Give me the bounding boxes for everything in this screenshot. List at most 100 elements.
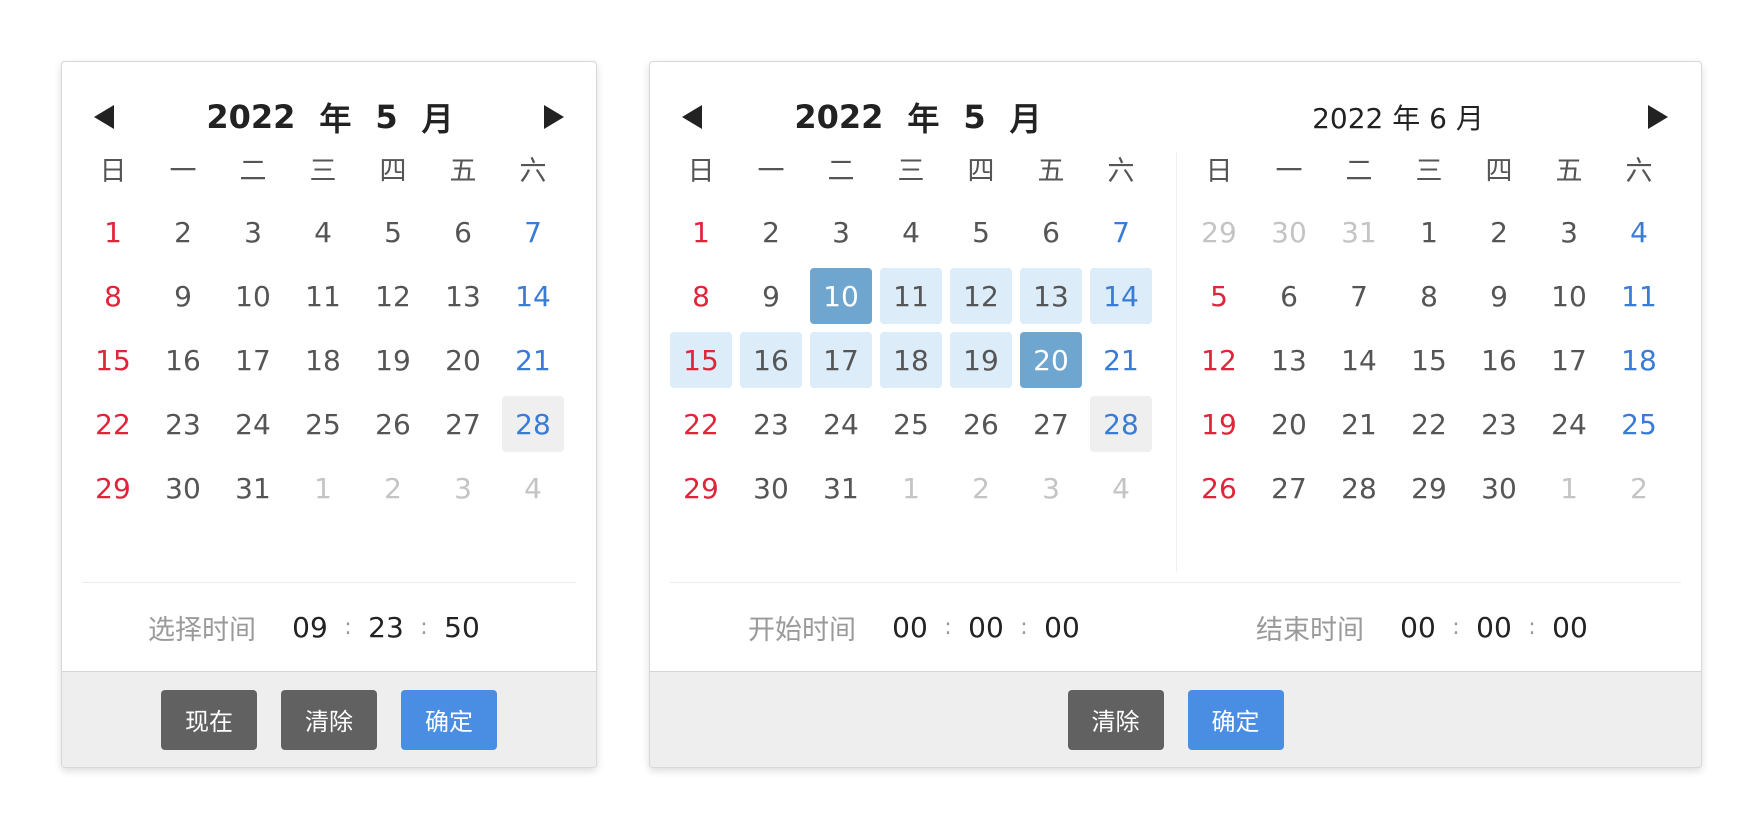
day-cell[interactable]: 9 <box>740 268 802 324</box>
day-cell[interactable]: 3 <box>1020 460 1082 516</box>
now-button[interactable]: 现在 <box>161 689 257 750</box>
day-cell[interactable]: 2 <box>362 460 424 516</box>
day-cell[interactable]: 29 <box>82 460 144 516</box>
day-cell[interactable]: 23 <box>1468 396 1530 452</box>
day-cell[interactable]: 5 <box>950 204 1012 260</box>
day-cell[interactable]: 26 <box>950 396 1012 452</box>
day-cell[interactable]: 1 <box>1538 460 1600 516</box>
day-cell[interactable]: 26 <box>1188 460 1250 516</box>
day-cell[interactable]: 19 <box>950 332 1012 388</box>
day-cell[interactable]: 10 <box>222 268 284 324</box>
day-cell[interactable]: 31 <box>222 460 284 516</box>
day-cell[interactable]: 17 <box>1538 332 1600 388</box>
start-hour-field[interactable]: 00 <box>886 611 934 644</box>
day-cell[interactable]: 16 <box>1468 332 1530 388</box>
day-cell[interactable]: 22 <box>1398 396 1460 452</box>
day-cell[interactable]: 3 <box>810 204 872 260</box>
day-cell[interactable]: 23 <box>152 396 214 452</box>
minute-field[interactable]: 23 <box>362 611 410 644</box>
day-cell[interactable]: 3 <box>222 204 284 260</box>
day-cell[interactable]: 1 <box>292 460 354 516</box>
second-field[interactable]: 50 <box>438 611 486 644</box>
day-cell[interactable]: 1 <box>82 204 144 260</box>
day-cell[interactable]: 17 <box>222 332 284 388</box>
day-cell[interactable]: 2 <box>950 460 1012 516</box>
day-cell[interactable]: 12 <box>1188 332 1250 388</box>
day-cell[interactable]: 15 <box>1398 332 1460 388</box>
day-cell[interactable]: 4 <box>880 204 942 260</box>
day-cell[interactable]: 4 <box>292 204 354 260</box>
day-cell[interactable]: 16 <box>152 332 214 388</box>
day-cell[interactable]: 18 <box>292 332 354 388</box>
day-cell[interactable]: 29 <box>1188 204 1250 260</box>
day-cell[interactable]: 24 <box>222 396 284 452</box>
day-cell[interactable]: 21 <box>1328 396 1390 452</box>
day-cell[interactable]: 22 <box>82 396 144 452</box>
day-cell[interactable]: 8 <box>1398 268 1460 324</box>
day-cell[interactable]: 29 <box>670 460 732 516</box>
clear-button[interactable]: 清除 <box>1067 689 1164 750</box>
day-cell[interactable]: 9 <box>1468 268 1530 324</box>
day-cell[interactable]: 22 <box>670 396 732 452</box>
day-cell[interactable]: 4 <box>1608 204 1670 260</box>
day-cell[interactable]: 9 <box>152 268 214 324</box>
day-cell[interactable]: 3 <box>1538 204 1600 260</box>
day-cell[interactable]: 13 <box>1258 332 1320 388</box>
day-cell[interactable]: 31 <box>1328 204 1390 260</box>
day-cell[interactable]: 1 <box>670 204 732 260</box>
end-second-field[interactable]: 00 <box>1546 611 1594 644</box>
day-cell[interactable]: 25 <box>292 396 354 452</box>
day-cell[interactable]: 2 <box>740 204 802 260</box>
end-hour-field[interactable]: 00 <box>1394 611 1442 644</box>
day-cell[interactable]: 25 <box>880 396 942 452</box>
day-cell[interactable]: 28 <box>502 396 564 452</box>
day-cell[interactable]: 23 <box>740 396 802 452</box>
hour-field[interactable]: 09 <box>286 611 334 644</box>
prev-month-button[interactable] <box>84 92 124 142</box>
day-cell[interactable]: 24 <box>810 396 872 452</box>
day-cell[interactable]: 30 <box>1468 460 1530 516</box>
day-cell[interactable]: 17 <box>810 332 872 388</box>
day-cell[interactable]: 8 <box>82 268 144 324</box>
day-cell[interactable]: 14 <box>1328 332 1390 388</box>
day-cell[interactable]: 15 <box>82 332 144 388</box>
day-cell[interactable]: 21 <box>1090 332 1152 388</box>
day-cell[interactable]: 10 <box>1538 268 1600 324</box>
day-cell[interactable]: 6 <box>432 204 494 260</box>
day-cell[interactable]: 24 <box>1538 396 1600 452</box>
day-cell[interactable]: 4 <box>502 460 564 516</box>
day-cell[interactable]: 25 <box>1608 396 1670 452</box>
day-cell[interactable]: 11 <box>880 268 942 324</box>
day-cell[interactable]: 7 <box>1328 268 1390 324</box>
day-cell[interactable]: 12 <box>950 268 1012 324</box>
day-cell[interactable]: 13 <box>432 268 494 324</box>
start-minute-field[interactable]: 00 <box>962 611 1010 644</box>
day-cell[interactable]: 30 <box>152 460 214 516</box>
day-cell[interactable]: 1 <box>880 460 942 516</box>
end-minute-field[interactable]: 00 <box>1470 611 1518 644</box>
day-cell[interactable]: 28 <box>1328 460 1390 516</box>
day-cell[interactable]: 14 <box>1090 268 1152 324</box>
day-cell[interactable]: 13 <box>1020 268 1082 324</box>
day-cell[interactable]: 6 <box>1258 268 1320 324</box>
day-cell[interactable]: 21 <box>502 332 564 388</box>
day-cell[interactable]: 3 <box>432 460 494 516</box>
day-cell[interactable]: 28 <box>1090 396 1152 452</box>
start-second-field[interactable]: 00 <box>1038 611 1086 644</box>
day-cell[interactable]: 11 <box>1608 268 1670 324</box>
next-month-button[interactable] <box>534 92 574 142</box>
day-cell[interactable]: 4 <box>1090 460 1152 516</box>
day-cell[interactable]: 18 <box>880 332 942 388</box>
day-cell[interactable]: 7 <box>1090 204 1152 260</box>
day-cell[interactable]: 26 <box>362 396 424 452</box>
day-cell[interactable]: 2 <box>152 204 214 260</box>
day-cell[interactable]: 27 <box>1258 460 1320 516</box>
day-cell[interactable]: 30 <box>1258 204 1320 260</box>
day-cell[interactable]: 5 <box>1188 268 1250 324</box>
day-cell[interactable]: 20 <box>1020 332 1082 388</box>
day-cell[interactable]: 18 <box>1608 332 1670 388</box>
confirm-button[interactable]: 确定 <box>401 689 497 750</box>
day-cell[interactable]: 15 <box>670 332 732 388</box>
day-cell[interactable]: 2 <box>1468 204 1530 260</box>
day-cell[interactable]: 31 <box>810 460 872 516</box>
